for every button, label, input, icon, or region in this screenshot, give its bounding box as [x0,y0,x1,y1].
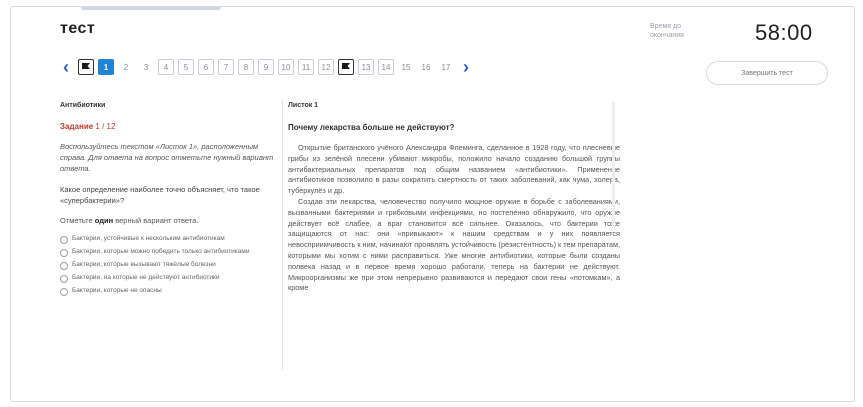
sheet-caption: Листок 1 [288,102,319,109]
answer-option[interactable]: Бактерии, устойчивые к нескольким антиби… [60,235,274,244]
text-paragraph: Открытие британского учёного Александра … [288,143,620,196]
answer-option[interactable]: Бактерии, которые вызывают тяжёлые болез… [60,261,274,270]
answer-option[interactable]: Бактерии, которые можно победить только … [60,248,274,257]
question-number-button[interactable]: 5 [178,59,194,75]
question-number-button[interactable]: 1 [98,59,114,75]
select-hint-post: верный вариант ответа. [115,216,199,225]
question-number-button[interactable]: 14 [378,59,394,75]
question-number-button[interactable]: 10 [278,59,294,75]
answer-options: Бактерии, устойчивые к нескольким антиби… [60,235,274,296]
answer-option[interactable]: Бактерии, которые не опасны [60,287,274,296]
text-body: Открытие британского учёного Александра … [288,143,620,294]
timer-label: Время до окончания [650,23,684,39]
radio-button[interactable] [60,275,68,283]
bookmark-flag-icon[interactable] [338,59,354,75]
radio-button[interactable] [60,288,68,296]
topic-caption: Антибиотики [60,102,106,109]
question-number-button[interactable]: 4 [158,59,174,75]
answer-option-label: Бактерии, которые не опасны [72,287,162,294]
top-accent-bar [81,7,221,10]
question-number-button[interactable]: 16 [418,59,434,75]
task-number: Задание 1 / 12 [60,122,274,131]
question-number-button[interactable]: 15 [398,59,414,75]
question-text: Какое определение наиболее точно объясня… [60,185,260,205]
flag-icon [82,63,90,71]
select-hint-pre: Отметьте [60,216,93,225]
question-number-button[interactable]: 2 [118,59,134,75]
task-label: Задание [60,122,94,131]
task-count: 1 / 12 [95,122,116,131]
timer: 58:00 [755,20,813,45]
select-hint-bold: один [94,216,114,225]
task-panel: Антибиотики Задание 1 / 12 Воспользуйтес… [60,102,274,296]
panel-divider [282,100,283,370]
answer-option-label: Бактерии, на которые не действуют антиби… [72,274,220,281]
answer-option-label: Бактерии, устойчивые к нескольким антиби… [72,235,225,242]
answer-option[interactable]: Бактерии, на которые не действуют антиби… [60,274,274,283]
next-arrow-icon[interactable]: › [458,57,474,77]
radio-button[interactable] [60,249,68,257]
prev-arrow-icon[interactable]: ‹ [58,57,74,77]
question-number-button[interactable]: 7 [218,59,234,75]
reading-scrollbar[interactable] [612,102,615,230]
radio-button[interactable] [60,262,68,270]
text-paragraph: Создав эти лекарства, человечество получ… [288,196,620,293]
question-number-button[interactable]: 9 [258,59,274,75]
question-number-button[interactable]: 11 [298,59,314,75]
flag-icon [342,63,350,71]
answer-option-label: Бактерии, которые можно победить только … [72,248,250,255]
question-number-button[interactable]: 12 [318,59,334,75]
select-hint: Отметьте один верный вариант ответа. [60,216,274,225]
radio-button[interactable] [60,236,68,244]
finish-test-button[interactable]: Завершить тест [706,61,828,85]
page-title: тест [60,20,96,37]
question-number-button[interactable]: 6 [198,59,214,75]
question-list: 1 2 3 4 5 6 7 8 9 10 11 12 13 14 15 16 17 [78,59,454,75]
question-number-button[interactable]: 13 [358,59,374,75]
answer-option-label: Бактерии, которые вызывают тяжёлые болез… [72,261,216,268]
text-title: Почему лекарства больше не действуют? [288,123,455,132]
bookmark-flag-icon[interactable] [78,59,94,75]
reading-panel[interactable]: Листок 1 Почему лекарства больше не дейс… [288,102,620,370]
question-number-button[interactable]: 8 [238,59,254,75]
question-number-button[interactable]: 17 [438,59,454,75]
question-navigation: ‹ 1 2 3 4 5 6 7 8 9 10 11 12 13 14 15 16 17 › [58,57,474,77]
question-number-button[interactable]: 3 [138,59,154,75]
instruction-text: Воспользуйтесь текстом «Листок 1», распо… [60,142,274,173]
